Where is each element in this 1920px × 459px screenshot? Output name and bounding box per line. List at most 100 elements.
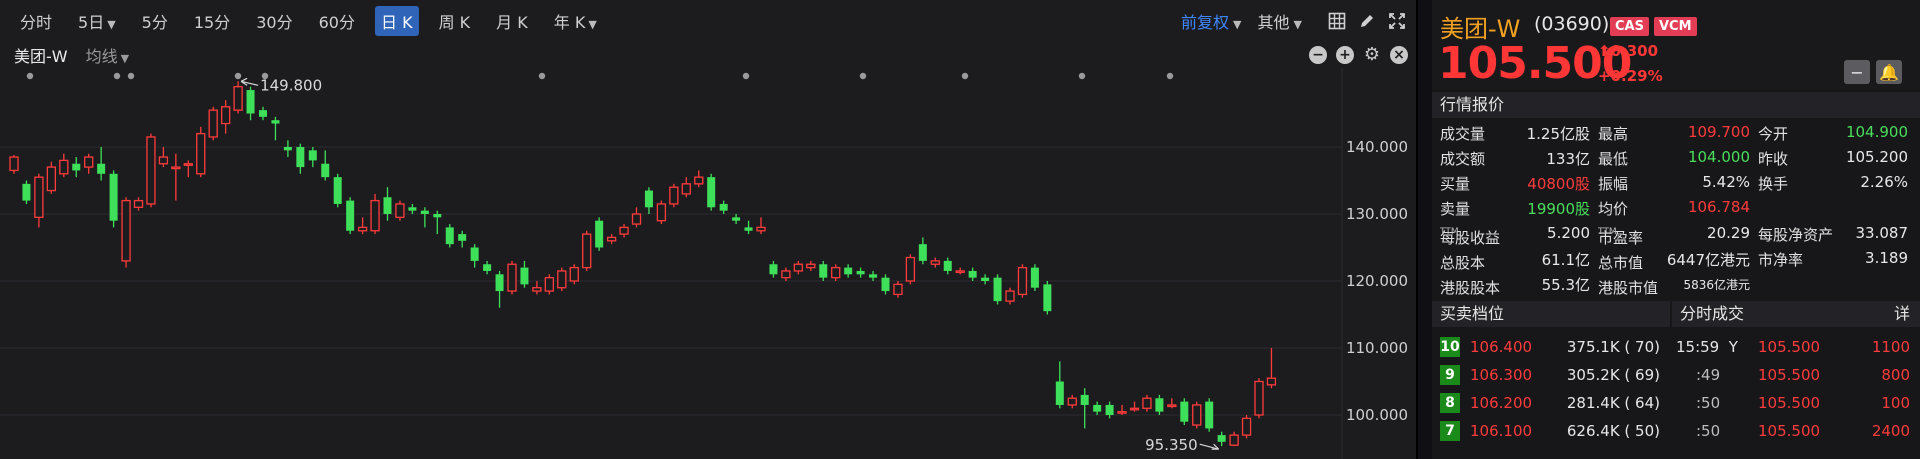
candle-body bbox=[856, 270, 865, 275]
zoom-in-icon[interactable]: + bbox=[1336, 46, 1354, 64]
candle bbox=[644, 187, 653, 214]
order-book-row[interactable]: 8 106.200 281.4K ( 64) bbox=[1432, 389, 1670, 417]
tab-period-8[interactable]: 月 K bbox=[490, 6, 534, 36]
candle bbox=[121, 197, 131, 268]
stat-value: 105.200 bbox=[1845, 148, 1908, 166]
candle-body bbox=[1217, 435, 1226, 442]
tab-label: 5分 bbox=[141, 13, 168, 32]
candle bbox=[34, 173, 44, 228]
event-marker-dot[interactable] bbox=[538, 72, 546, 80]
candle bbox=[669, 183, 679, 208]
chart-controls: − + ⚙ × bbox=[1300, 42, 1408, 68]
book-price: 106.100 bbox=[1470, 422, 1533, 440]
candle-body bbox=[1030, 267, 1039, 288]
event-marker-dot[interactable] bbox=[1166, 72, 1174, 80]
event-marker-dot[interactable] bbox=[859, 72, 867, 80]
candle bbox=[544, 274, 554, 295]
indicator-dropdown[interactable]: 均线 ▼ bbox=[86, 43, 129, 67]
candle bbox=[1043, 281, 1052, 315]
tab-label: 周 K bbox=[438, 13, 471, 32]
chart-toolbar: 前复权 ▼ 其他 ▼ bbox=[1181, 0, 1408, 42]
tab-period-4[interactable]: 30分 bbox=[250, 6, 298, 36]
candle bbox=[283, 140, 292, 158]
event-marker-dot[interactable] bbox=[961, 72, 969, 80]
other-dropdown[interactable]: 其他 ▼ bbox=[1258, 9, 1302, 33]
event-marker-dot[interactable] bbox=[234, 72, 242, 80]
tab-period-6[interactable]: 日 K bbox=[374, 6, 419, 36]
candle-body bbox=[744, 227, 753, 231]
tab-period-7[interactable]: 周 K bbox=[433, 6, 477, 36]
fundamental-row: 港股股本 55.3亿 港股市值 5836亿港元 bbox=[1432, 271, 1920, 297]
tick-price: 105.500 bbox=[1758, 422, 1821, 440]
event-marker-dot[interactable] bbox=[127, 72, 135, 80]
settings-gear-icon[interactable]: ⚙ bbox=[1363, 46, 1381, 64]
event-marker-dot[interactable] bbox=[113, 72, 121, 80]
candle-body bbox=[483, 264, 492, 271]
cas-badge: CAS bbox=[1610, 17, 1649, 36]
tab-period-2[interactable]: 5分 bbox=[136, 6, 174, 36]
vcm-badge: VCM bbox=[1654, 17, 1697, 36]
chevron-down-icon: ▼ bbox=[107, 18, 116, 31]
event-marker-dot[interactable] bbox=[1078, 72, 1086, 80]
candle bbox=[993, 274, 1002, 305]
candle-body bbox=[831, 266, 841, 279]
candle bbox=[793, 260, 803, 275]
minus-button[interactable]: − bbox=[1844, 60, 1870, 84]
zoom-out-icon[interactable]: − bbox=[1309, 46, 1327, 64]
candle-body bbox=[1266, 377, 1277, 386]
candle bbox=[918, 237, 927, 265]
candle bbox=[869, 270, 878, 281]
candle bbox=[395, 200, 405, 221]
candle bbox=[97, 147, 106, 181]
candle-body bbox=[781, 270, 791, 279]
event-marker-dot[interactable] bbox=[742, 72, 750, 80]
candle bbox=[520, 260, 529, 288]
tab-period-0[interactable]: 分时 bbox=[14, 6, 58, 36]
candle-body bbox=[644, 190, 653, 208]
order-book-row[interactable]: 10 106.400 375.1K ( 70) bbox=[1432, 333, 1670, 361]
candle-body bbox=[1167, 404, 1177, 408]
candle-body bbox=[756, 226, 766, 232]
order-book-title: 买卖档位 bbox=[1432, 301, 1670, 327]
candle-body bbox=[183, 163, 193, 166]
candle bbox=[1080, 388, 1089, 429]
tab-period-3[interactable]: 15分 bbox=[188, 6, 236, 36]
candle bbox=[346, 197, 355, 235]
tab-period-1[interactable]: 5日 ▼ bbox=[72, 6, 122, 36]
candle-body bbox=[445, 227, 454, 245]
fullscreen-icon[interactable] bbox=[1386, 10, 1408, 32]
grid-layout-icon[interactable] bbox=[1326, 10, 1348, 32]
candle bbox=[631, 207, 642, 228]
candle bbox=[1030, 264, 1039, 292]
event-marker-dot[interactable] bbox=[26, 72, 34, 80]
y-tick-label: 120.000 bbox=[1346, 272, 1408, 290]
candle-body bbox=[22, 183, 31, 201]
candle-body bbox=[681, 183, 691, 195]
book-volume: 626.4K ( 50) bbox=[1566, 422, 1660, 440]
candle bbox=[483, 260, 492, 275]
high-price-annotation: 149.800 bbox=[260, 76, 322, 94]
gridlines bbox=[0, 68, 1343, 459]
order-book-row[interactable]: 7 106.100 626.4K ( 50) bbox=[1432, 417, 1670, 445]
close-icon[interactable]: × bbox=[1390, 46, 1408, 64]
tab-period-9[interactable]: 年 K ▼ bbox=[548, 6, 603, 36]
draw-pen-icon[interactable] bbox=[1356, 10, 1378, 32]
candle-body bbox=[72, 163, 81, 171]
alert-bell-icon[interactable]: 🔔 bbox=[1876, 60, 1902, 84]
tab-period-5[interactable]: 60分 bbox=[313, 6, 361, 36]
stat-label: 成交额 bbox=[1440, 150, 1486, 168]
price-adjust-dropdown[interactable]: 前复权 ▼ bbox=[1181, 9, 1241, 33]
dropdown-label: 其他 bbox=[1257, 13, 1290, 32]
tick-time: :49 bbox=[1696, 366, 1721, 384]
candle-body bbox=[905, 256, 916, 282]
candle bbox=[22, 180, 31, 204]
detail-button[interactable]: 详 bbox=[1894, 301, 1910, 327]
candle-body bbox=[631, 213, 642, 225]
period-tabs: 分时 5日 ▼ 5分 15分 30分 60分 日 K 周 K 月 K 年 K ▼ 前… bbox=[0, 0, 1418, 42]
stat-value: 106.784 bbox=[1687, 198, 1750, 216]
order-book-row[interactable]: 9 106.300 305.2K ( 69) bbox=[1432, 361, 1670, 389]
candlestick-chart[interactable]: 140.000 130.000 120.000 110.000 100.000 … bbox=[0, 68, 1418, 459]
stat-value: 5.42% bbox=[1702, 173, 1750, 191]
candle bbox=[1217, 431, 1226, 447]
price-change-value: 0.300 bbox=[1610, 42, 1659, 60]
